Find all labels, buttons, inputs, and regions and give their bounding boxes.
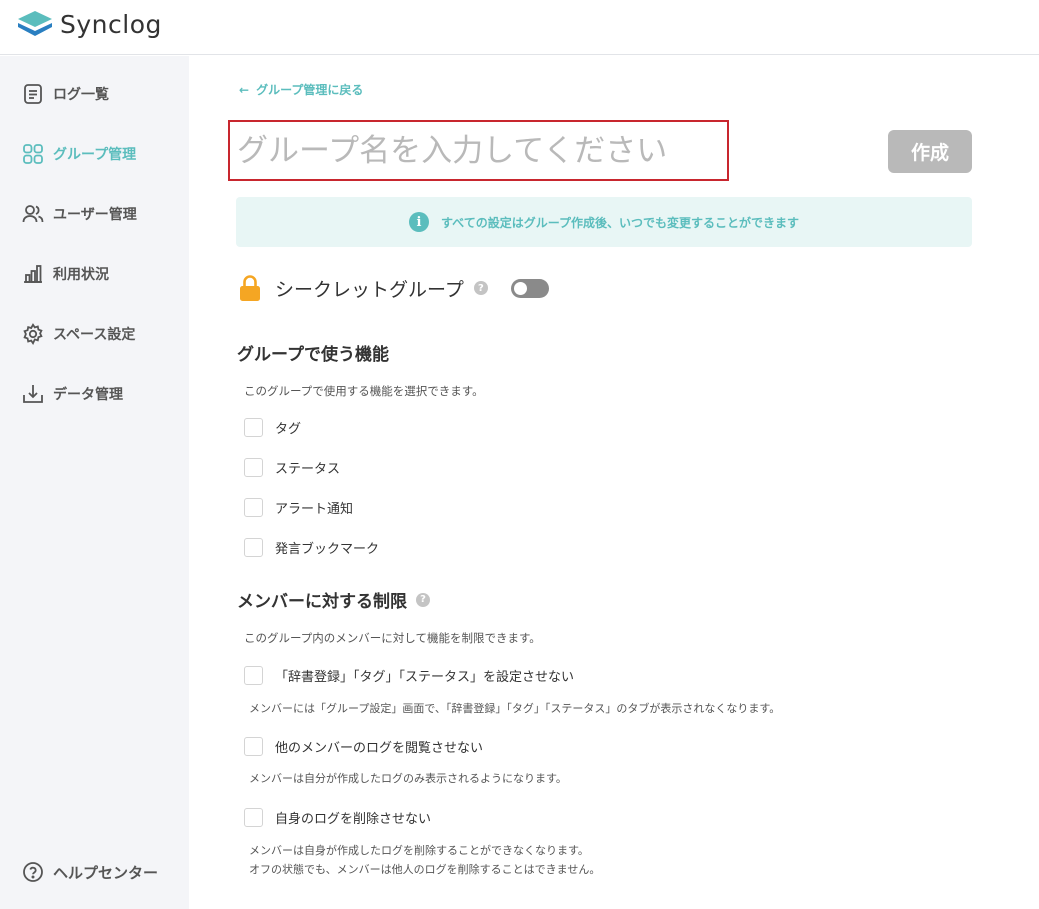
info-banner-text: すべての設定はグループ作成後、いつでも変更することができます bbox=[441, 215, 799, 230]
sidebar-item-label: ユーザー管理 bbox=[53, 207, 137, 223]
checkbox[interactable] bbox=[244, 736, 263, 756]
checkbox-label: 「辞書登録」「タグ」「ステータス」を設定させない bbox=[275, 669, 575, 685]
sidebar-item-help-center[interactable]: ヘルプセンター bbox=[22, 861, 158, 883]
info-banner: i すべての設定はグループ作成後、いつでも変更することができます bbox=[236, 197, 972, 247]
restrictions-title-text: メンバーに対する制限 bbox=[237, 592, 407, 612]
sidebar-item-log-list[interactable]: ログ一覧 bbox=[22, 79, 109, 109]
secret-group-toggle[interactable] bbox=[510, 278, 549, 298]
secret-group-label: シークレットグループ bbox=[275, 278, 464, 301]
checkbox[interactable] bbox=[244, 807, 263, 827]
restriction-note-secondary: オフの状態でも、メンバーは他人のログを削除することはできません。 bbox=[249, 863, 601, 876]
toggle-knob bbox=[513, 281, 527, 295]
sidebar-item-label: スペース設定 bbox=[53, 327, 136, 343]
sidebar-item-label: 利用状況 bbox=[53, 267, 109, 283]
features-description: このグループで使用する機能を選択できます。 bbox=[244, 384, 484, 398]
sidebar: ログ一覧 グループ管理 ユーザー管理 利用状況 スペース設定 データ管理 ヘルプ… bbox=[0, 56, 189, 909]
synclog-logo-icon bbox=[18, 11, 52, 36]
checkbox[interactable] bbox=[244, 457, 263, 477]
feature-option-bookmark[interactable]: 発言ブックマーク bbox=[244, 536, 379, 558]
checkbox-label: タグ bbox=[275, 421, 302, 437]
gear-icon bbox=[23, 323, 43, 345]
sidebar-item-label: データ管理 bbox=[53, 387, 123, 403]
app-name: Synclog bbox=[60, 9, 162, 39]
app-header: Synclog bbox=[0, 0, 1039, 55]
checkbox[interactable] bbox=[244, 417, 263, 437]
checkbox-label: 発言ブックマーク bbox=[275, 541, 380, 557]
checkbox-label: アラート通知 bbox=[275, 501, 354, 517]
group-name-input[interactable] bbox=[228, 120, 729, 181]
lock-icon bbox=[240, 275, 260, 301]
restriction-option-delete-logs[interactable]: 自身のログを削除させない bbox=[244, 806, 431, 828]
help-circle-icon bbox=[23, 862, 43, 882]
create-button[interactable]: 作成 bbox=[888, 130, 972, 173]
secret-group-row: シークレットグループ ? bbox=[239, 272, 549, 304]
features-title-text: グループで使う機能 bbox=[237, 345, 389, 365]
restriction-option-view-logs[interactable]: 他のメンバーのログを閲覧させない bbox=[244, 735, 483, 757]
feature-option-status[interactable]: ステータス bbox=[244, 456, 340, 478]
question-icon[interactable]: ? bbox=[416, 592, 430, 607]
feature-option-alert[interactable]: アラート通知 bbox=[244, 496, 353, 518]
sidebar-item-label: グループ管理 bbox=[53, 147, 137, 163]
restriction-note: メンバーは自分が作成したログのみ表示されるようになります。 bbox=[249, 772, 567, 785]
document-list-icon bbox=[24, 84, 42, 104]
question-icon[interactable]: ? bbox=[473, 281, 488, 295]
sidebar-item-data-management[interactable]: データ管理 bbox=[22, 379, 123, 409]
restriction-note: メンバーには「グループ設定」画面で、「辞書登録」「タグ」「ステータス」のタブが表… bbox=[249, 702, 781, 715]
sidebar-item-usage[interactable]: 利用状況 bbox=[22, 259, 109, 289]
main-content: ← グループ管理に戻る 作成 i すべての設定はグループ作成後、いつでも変更する… bbox=[189, 56, 1039, 909]
grid-icon bbox=[23, 144, 43, 164]
users-icon bbox=[22, 205, 44, 223]
info-icon: i bbox=[409, 212, 430, 232]
sidebar-item-user-management[interactable]: ユーザー管理 bbox=[22, 199, 137, 229]
checkbox[interactable] bbox=[244, 537, 263, 557]
checkbox-label: ステータス bbox=[275, 461, 341, 477]
restriction-option-settings[interactable]: 「辞書登録」「タグ」「ステータス」を設定させない bbox=[244, 664, 574, 686]
sidebar-item-group-management[interactable]: グループ管理 bbox=[22, 139, 136, 169]
sidebar-item-space-settings[interactable]: スペース設定 bbox=[22, 319, 135, 349]
checkbox[interactable] bbox=[244, 497, 263, 517]
sidebar-item-label: ヘルプセンター bbox=[53, 863, 159, 882]
features-section-title: グループで使う機能 bbox=[237, 340, 389, 365]
restrictions-description: このグループ内のメンバーに対して機能を制限できます。 bbox=[244, 631, 541, 645]
back-link-label: グループ管理に戻る bbox=[256, 83, 364, 97]
download-tray-icon bbox=[23, 385, 43, 403]
bar-chart-icon bbox=[24, 265, 42, 283]
app-logo[interactable]: Synclog bbox=[16, 9, 162, 39]
back-to-groups-link[interactable]: ← グループ管理に戻る bbox=[239, 81, 363, 98]
checkbox[interactable] bbox=[244, 665, 263, 685]
feature-option-tag[interactable]: タグ bbox=[244, 416, 301, 438]
sidebar-item-label: ログ一覧 bbox=[53, 87, 109, 103]
checkbox-label: 自身のログを削除させない bbox=[275, 811, 432, 827]
checkbox-label: 他のメンバーのログを閲覧させない bbox=[275, 740, 484, 756]
restrictions-section-title: メンバーに対する制限 ? bbox=[237, 587, 430, 612]
arrow-left-icon: ← bbox=[239, 82, 250, 97]
restriction-note: メンバーは自身が作成したログを削除することができなくなります。 bbox=[249, 844, 589, 857]
